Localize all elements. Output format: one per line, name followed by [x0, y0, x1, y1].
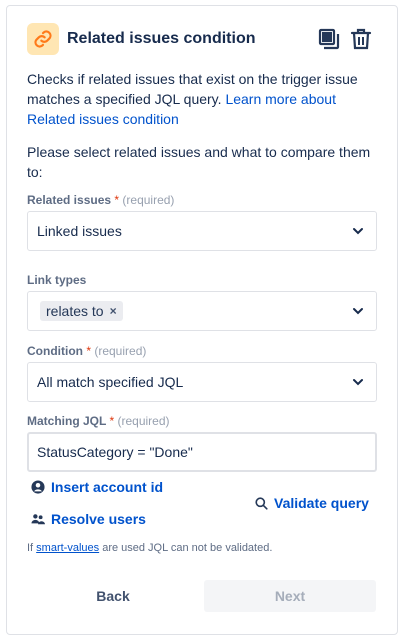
panel-title: Related issues condition: [67, 30, 256, 47]
chevron-down-icon: [353, 228, 363, 235]
related-issues-value: Linked issues: [37, 223, 122, 239]
matching-jql-input[interactable]: [27, 432, 377, 472]
chevron-down-icon: [353, 379, 363, 386]
copy-icon[interactable]: [317, 27, 341, 51]
link-types-multiselect[interactable]: relates to ×: [27, 291, 377, 331]
smart-values-link[interactable]: smart-values: [36, 542, 99, 554]
validate-query-label: Validate query: [274, 495, 369, 511]
footnote-suffix: are used JQL can not be validated.: [99, 542, 273, 554]
condition-description: Checks if related issues that exist on t…: [27, 69, 367, 129]
link-types-label-text: Link types: [27, 273, 87, 287]
panel-header: Related issues condition: [27, 23, 377, 55]
related-issues-label-text: Related issues: [27, 193, 112, 207]
user-circle-icon: [31, 480, 45, 494]
related-issues-condition-panel: Related issues condition Checks if relat…: [6, 5, 398, 635]
required-star: *: [114, 193, 120, 207]
condition-label-text: Condition: [27, 344, 83, 358]
required-star: *: [86, 344, 91, 358]
link-type-tag: relates to ×: [40, 301, 123, 321]
trash-icon[interactable]: [349, 27, 373, 51]
insert-account-id-button[interactable]: Insert account id: [31, 479, 163, 495]
resolve-users-label: Resolve users: [51, 511, 146, 527]
matching-jql-label-text: Matching JQL: [27, 414, 107, 428]
search-icon: [255, 496, 268, 510]
validation-footnote: If smart-values are used JQL can not be …: [27, 542, 272, 554]
matching-jql-label: Matching JQL * (required): [27, 414, 170, 428]
next-button[interactable]: Next: [204, 580, 376, 612]
back-button[interactable]: Back: [27, 580, 199, 612]
insert-account-id-label: Insert account id: [51, 479, 164, 495]
related-issues-label: Related issues * (required): [27, 193, 174, 207]
selection-prompt: Please select related issues and what to…: [27, 144, 371, 180]
link-icon: [27, 23, 59, 55]
link-type-tag-label: relates to: [46, 303, 104, 319]
condition-label: Condition * (required): [27, 344, 146, 358]
footnote-prefix: If: [27, 542, 37, 554]
required-text: (required): [94, 344, 147, 358]
remove-tag-icon[interactable]: ×: [110, 304, 117, 318]
related-issues-select[interactable]: Linked issues: [27, 211, 377, 251]
chevron-down-icon: [353, 308, 363, 315]
validate-query-button[interactable]: Validate query: [255, 495, 369, 511]
required-text: (required): [117, 414, 170, 428]
condition-select[interactable]: All match specified JQL: [27, 362, 377, 402]
link-types-label: Link types: [27, 273, 86, 287]
condition-value: All match specified JQL: [37, 374, 184, 390]
required-text: (required): [122, 193, 175, 207]
required-star: *: [109, 414, 115, 428]
resolve-users-button[interactable]: Resolve users: [31, 511, 146, 527]
users-icon: [31, 514, 45, 525]
